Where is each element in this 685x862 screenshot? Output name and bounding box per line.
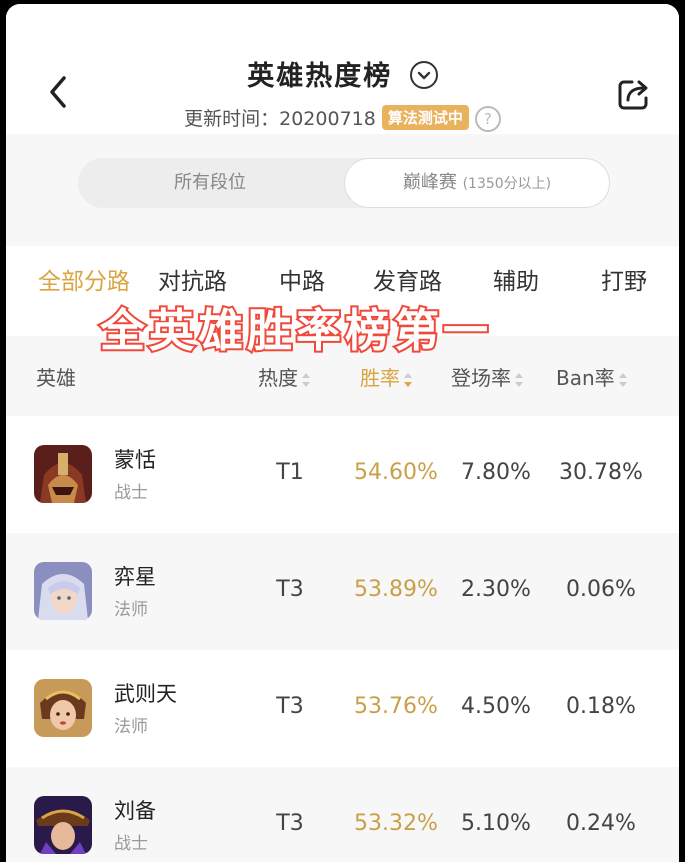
hero-list: 蒙恬 战士 T1 54.60% 7.80% 30.78% 弈星 法师 T3 53… <box>6 416 679 862</box>
hero-name: 弈星 <box>114 565 156 589</box>
page-title-row[interactable]: 英雄热度榜 <box>6 54 679 93</box>
hero-role: 战士 <box>114 834 148 854</box>
tab-jungle[interactable]: 打野 <box>601 262 647 296</box>
sort-desc-icon <box>404 372 412 387</box>
chevron-down-icon[interactable] <box>409 60 438 89</box>
hero-win-rate: 54.60% <box>354 460 438 485</box>
hero-role: 法师 <box>114 600 148 620</box>
hero-ban-rate: 30.78% <box>559 460 643 485</box>
algorithm-badge: 算法测试中 <box>381 105 469 130</box>
sort-icon <box>618 372 627 387</box>
segment-peak[interactable]: 巅峰赛 (1350分以上) <box>344 158 610 208</box>
sort-icon <box>302 372 310 387</box>
col-pick-label: 登场率 <box>451 366 511 390</box>
overlay-caption: 全英雄胜率榜第一 <box>98 302 493 359</box>
app-screen: 英雄热度榜 更新时间：20200718 算法测试中? 所有段位 巅峰赛 (1350… <box>6 4 679 862</box>
rank-filter-area: 所有段位 巅峰赛 (1350分以上) <box>6 134 679 246</box>
segment-peak-note: (1350分以上) <box>462 176 552 192</box>
hero-avatar <box>34 562 92 620</box>
tab-mid-lane[interactable]: 中路 <box>279 262 325 296</box>
hero-tier: T3 <box>276 811 304 836</box>
segment-all-ranks[interactable]: 所有段位 <box>78 158 342 208</box>
update-time: 更新时间：20200718 <box>184 108 376 130</box>
hero-tier: T3 <box>276 694 304 719</box>
sort-icon <box>515 372 523 387</box>
hero-avatar <box>34 679 92 737</box>
col-hero: 英雄 <box>36 366 76 390</box>
col-heat-label: 热度 <box>258 366 298 390</box>
header: 英雄热度榜 更新时间：20200718 算法测试中? <box>6 4 679 134</box>
col-ban-label: Ban率 <box>556 366 615 390</box>
hero-avatar <box>34 796 92 854</box>
tab-all-lanes[interactable]: 全部分路 <box>38 262 130 296</box>
col-win-rate[interactable]: 胜率 <box>360 362 412 391</box>
tab-farm-lane[interactable]: 发育路 <box>373 262 442 296</box>
hero-role: 法师 <box>114 717 148 737</box>
hero-win-rate: 53.76% <box>354 694 438 719</box>
tab-support[interactable]: 辅助 <box>493 262 539 296</box>
table-row[interactable]: 弈星 法师 T3 53.89% 2.30% 0.06% <box>6 533 679 650</box>
page-title: 英雄热度榜 <box>247 61 393 92</box>
rank-segmented-control: 所有段位 巅峰赛 (1350分以上) <box>78 158 610 208</box>
tab-clash-lane[interactable]: 对抗路 <box>158 262 227 296</box>
hero-ban-rate: 0.18% <box>566 694 636 719</box>
help-icon[interactable]: ? <box>474 106 501 132</box>
col-heat[interactable]: 热度 <box>258 362 310 391</box>
hero-win-rate: 53.89% <box>354 577 438 602</box>
hero-pick-rate: 2.30% <box>461 577 531 602</box>
table-row[interactable]: 刘备 战士 T3 53.32% 5.10% 0.24% <box>6 767 679 862</box>
hero-name: 刘备 <box>114 799 156 823</box>
hero-pick-rate: 5.10% <box>461 811 531 836</box>
table-row[interactable]: 武则天 法师 T3 53.76% 4.50% 0.18% <box>6 650 679 767</box>
share-icon[interactable] <box>616 76 652 112</box>
hero-pick-rate: 4.50% <box>461 694 531 719</box>
hero-win-rate: 53.32% <box>354 811 438 836</box>
update-info: 更新时间：20200718 算法测试中? <box>6 104 679 132</box>
hero-name: 武则天 <box>114 682 177 706</box>
table-row[interactable]: 蒙恬 战士 T1 54.60% 7.80% 30.78% <box>6 416 679 533</box>
hero-name: 蒙恬 <box>114 448 156 472</box>
segment-peak-label: 巅峰赛 <box>402 172 457 193</box>
hero-ban-rate: 0.06% <box>566 577 636 602</box>
col-win-label: 胜率 <box>360 366 400 390</box>
hero-avatar <box>34 445 92 503</box>
col-pick-rate[interactable]: 登场率 <box>451 362 523 391</box>
hero-pick-rate: 7.80% <box>461 460 531 485</box>
hero-tier: T3 <box>276 577 304 602</box>
hero-tier: T1 <box>276 460 304 485</box>
hero-role: 战士 <box>114 483 148 503</box>
col-ban-rate[interactable]: Ban率 <box>556 362 627 391</box>
hero-ban-rate: 0.24% <box>566 811 636 836</box>
